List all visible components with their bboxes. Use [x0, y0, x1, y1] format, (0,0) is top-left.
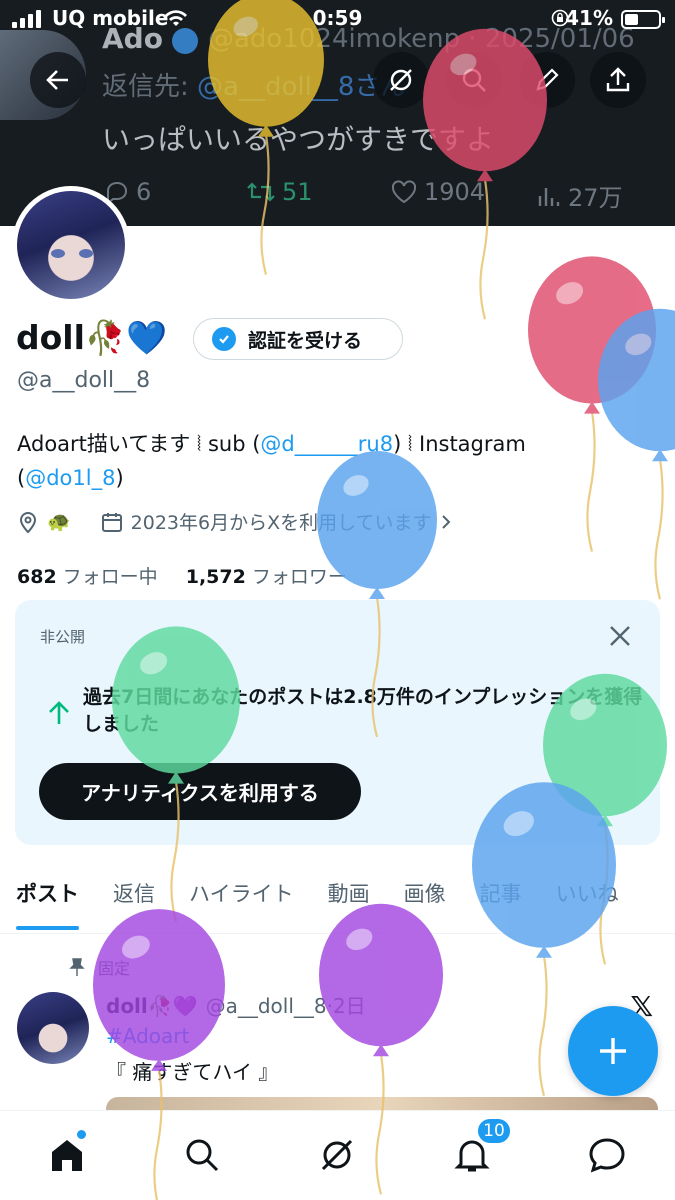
battery-percent: 41% [565, 6, 613, 30]
follow-stats: 682 フォロー中 1,572 フォロワー [17, 562, 347, 589]
close-icon[interactable] [606, 622, 634, 650]
tab-3[interactable]: 動画 [328, 862, 370, 933]
post-avatar[interactable] [17, 992, 89, 1064]
banner-retweets-count: 51 [282, 178, 313, 206]
post-hashtag[interactable]: #Adoart [106, 1024, 189, 1048]
battery-fill [625, 14, 639, 25]
bio-paren-open: ( [17, 466, 26, 490]
home-unread-dot [77, 1130, 86, 1139]
nav-grok[interactable] [315, 1133, 359, 1177]
banner-replies-count: 6 [136, 178, 152, 206]
edit-button[interactable] [519, 52, 575, 108]
post-handle-time: @a__doll__8·2日 [205, 994, 366, 1018]
status-bar: UQ mobile 0:59 41% [0, 0, 675, 38]
bio-link-instagram[interactable]: @do1l_8 [25, 466, 115, 490]
get-verified-label: 認証を受ける [248, 329, 363, 352]
pinned-label: 固定 [98, 959, 131, 978]
arrow-left-icon [46, 70, 68, 90]
impressions-text: 過去7日間にあなたのポストは2.8万件のインプレッションを獲得しました [83, 686, 643, 735]
arrow-up-icon [49, 701, 69, 724]
tab-5[interactable]: 記事 [480, 862, 522, 933]
bio-paren-close: ) [115, 466, 124, 490]
banner-views-count: 27万 [568, 184, 623, 212]
profile-avatar[interactable] [12, 186, 130, 304]
header-banner: Ado @ado1024imokenp · 2025/01/06 返信先: @a… [0, 0, 675, 226]
location-pin-icon [19, 511, 37, 533]
following-count: 682 [17, 566, 57, 588]
banner-retweets: 51 [246, 178, 313, 206]
tab-0[interactable]: ポスト [16, 862, 79, 933]
post-author-name[interactable]: doll🥀💜 [106, 994, 198, 1018]
nav-messages[interactable] [585, 1133, 629, 1177]
profile-handle: @a__doll__8 [17, 368, 151, 393]
profile-tabs: ポスト 返信 ハイライト 動画 画像 記事 いいね [0, 862, 675, 934]
compose-button[interactable] [568, 1006, 658, 1096]
reply-prefix: 返信先: [102, 72, 198, 102]
heart-icon [391, 180, 417, 204]
grok-button[interactable] [373, 52, 429, 108]
followers-count: 1,572 [185, 566, 246, 588]
search-button[interactable] [446, 52, 502, 108]
retweet-icon [247, 182, 275, 202]
chevron-right-icon [441, 514, 450, 529]
get-verified-button[interactable]: 認証を受ける [193, 318, 403, 360]
profile-meta: 🐢 2023年6月からXを利用しています [17, 508, 452, 535]
nav-home[interactable] [45, 1133, 89, 1177]
notifications-badge: 10 [476, 1117, 512, 1145]
tab-4[interactable]: 画像 [404, 862, 446, 933]
location-emoji: 🐢 [47, 511, 71, 533]
post-header: doll🥀💜 @a__doll__8·2日 [106, 990, 366, 1019]
card-private-label: 非公開 [40, 628, 86, 646]
profile-bio: Adoart描いてます ⦚ sub (@d______ru8) ⦚ Instag… [17, 427, 657, 495]
share-button[interactable] [590, 52, 646, 108]
pinned-indicator: 固定 [68, 955, 130, 979]
banner-views: 27万 [536, 178, 623, 213]
avatar-eye-left [51, 249, 65, 258]
followers-link[interactable]: 1,572 フォロワー [186, 566, 347, 588]
bio-link-sub-account[interactable]: @d______ru8 [260, 432, 393, 456]
battery-icon [621, 10, 665, 29]
profile-display-name: doll🥀💙 [16, 318, 168, 357]
verified-badge-icon [212, 327, 236, 351]
tab-2[interactable]: ハイライト [189, 862, 294, 933]
tab-1[interactable]: 返信 [113, 862, 155, 933]
avatar-image [17, 191, 125, 299]
banner-tweet-body: いっぱいいるやつがすきですよ [102, 123, 495, 156]
following-link[interactable]: 682 フォロー中 [17, 566, 158, 588]
balloon-2 [528, 256, 656, 552]
pen-icon [536, 68, 559, 91]
plus-icon [600, 1038, 626, 1064]
bio-text: Adoart描いてます ⦚ sub ( [17, 432, 261, 456]
analytics-card: 非公開 過去7日間にあなたのポストは2.8万件のインプレッションを獲得しました … [15, 600, 660, 845]
following-label: フォロー中 [62, 566, 158, 588]
pin-icon [69, 958, 85, 976]
bottom-navigation [0, 1110, 675, 1200]
banner-likes-count: 1904 [424, 178, 486, 206]
share-icon [606, 67, 630, 92]
grok-icon [390, 69, 412, 91]
nav-explore[interactable] [180, 1133, 224, 1177]
banner-tweet-reply-to: 返信先: @a__doll__8さん [102, 66, 406, 103]
home-icon [52, 1140, 82, 1171]
tab-6[interactable]: いいね [556, 862, 619, 933]
post-text: 『 痛すぎてハイ 』 [106, 1060, 279, 1084]
joined-date[interactable]: 2023年6月からXを利用しています [131, 508, 432, 535]
search-icon [462, 68, 486, 92]
followers-label: フォロワー [251, 566, 347, 588]
views-icon [538, 187, 560, 206]
banner-likes: 1904 [390, 178, 485, 206]
avatar-eye-right [79, 249, 93, 258]
search-icon [186, 1139, 219, 1172]
use-analytics-button[interactable]: アナリティクスを利用する [39, 763, 361, 820]
chat-bubble-icon [589, 1138, 625, 1173]
calendar-icon [101, 512, 122, 532]
back-button[interactable] [30, 52, 86, 108]
bio-text-instagram: ) ⦚ Instagram [393, 432, 526, 456]
grok-icon [321, 1139, 353, 1171]
